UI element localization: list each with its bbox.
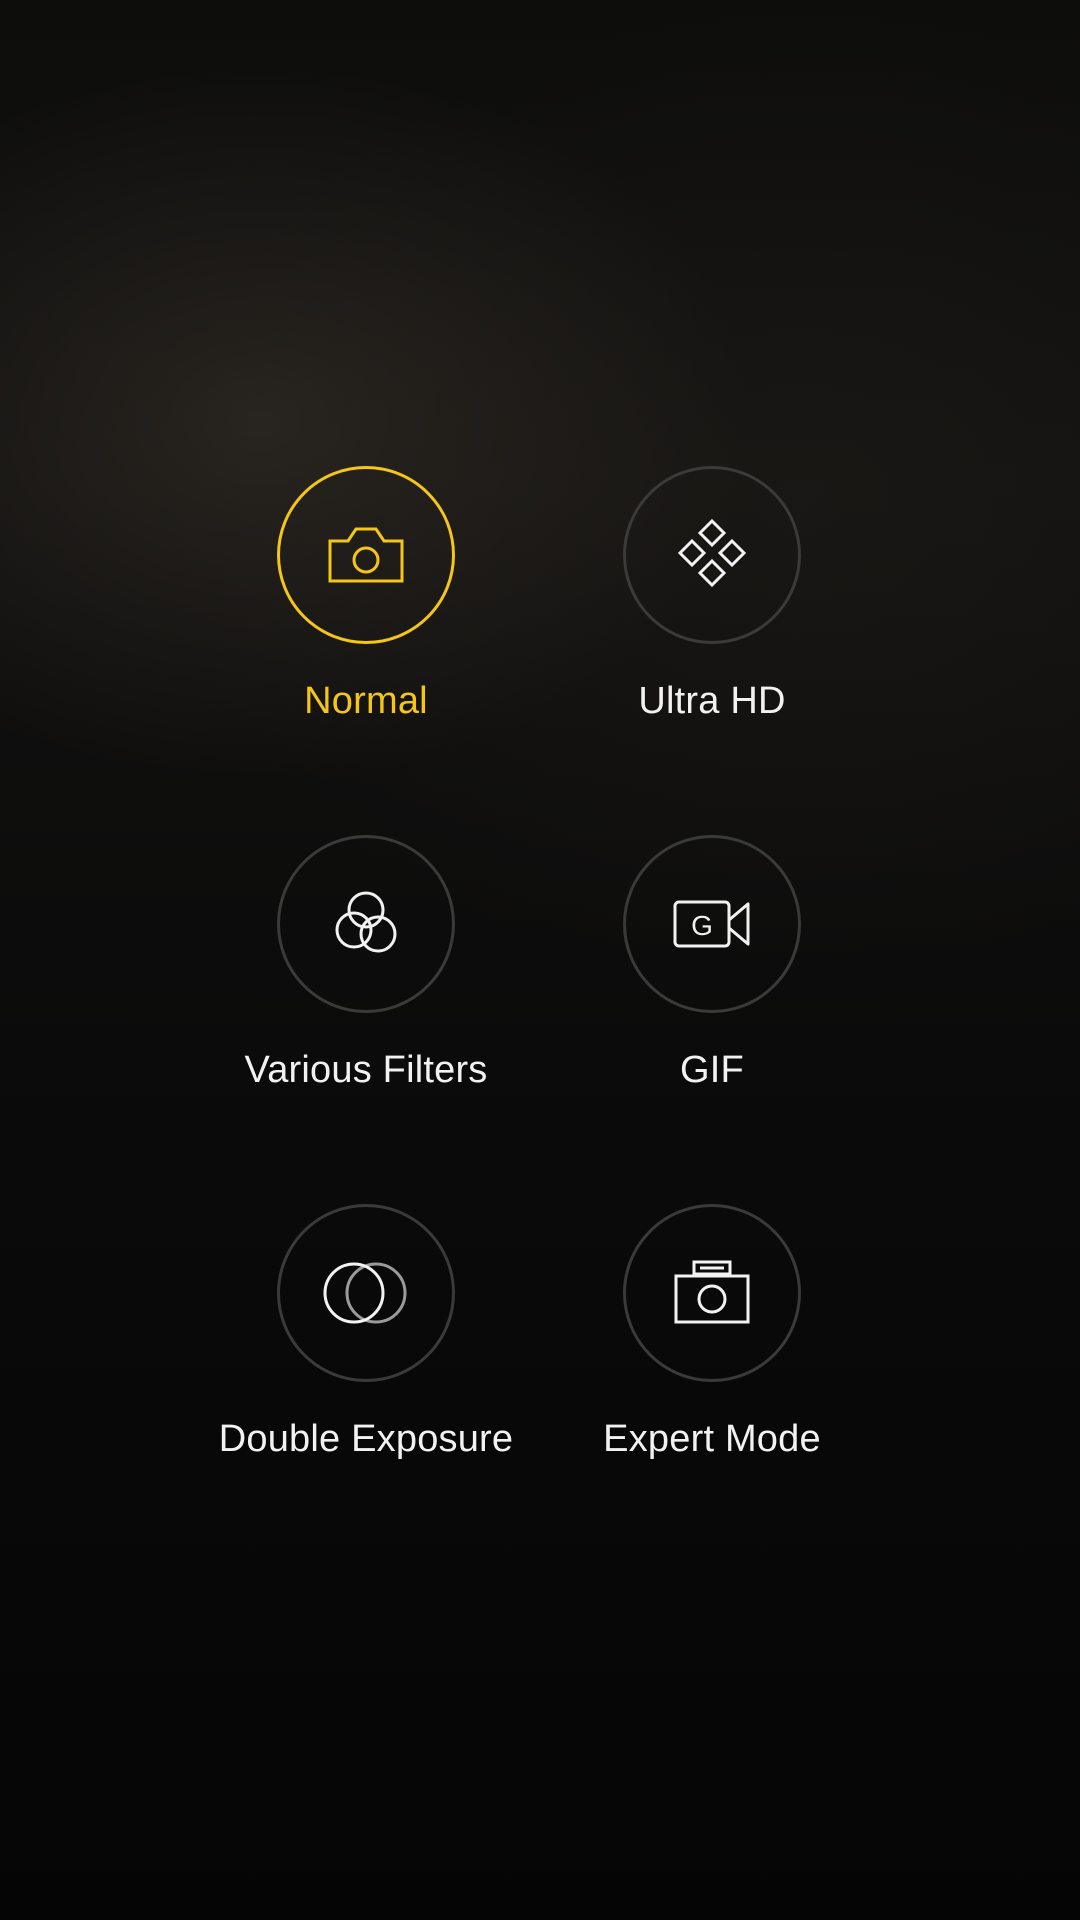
mode-ultra-hd-label: Ultra HD [638, 680, 786, 722]
mode-various-filters-ring[interactable] [277, 835, 455, 1013]
camera-mode-grid: Normal Ultra HD Various Filters G GIF Do… [0, 0, 1080, 1920]
mode-expert-ring[interactable] [623, 1204, 801, 1382]
mode-expert-button[interactable]: Expert Mode [542, 1204, 882, 1504]
mode-ultra-hd-button[interactable]: Ultra HD [542, 466, 882, 766]
mode-various-filters-button[interactable]: Various Filters [196, 835, 536, 1135]
mode-gif-ring[interactable]: G [623, 835, 801, 1013]
mode-ultra-hd-ring[interactable] [623, 466, 801, 644]
diamond-grid-icon [672, 515, 752, 595]
mode-normal-label: Normal [304, 680, 428, 722]
svg-text:G: G [691, 910, 713, 941]
mode-normal-ring[interactable] [277, 466, 455, 644]
mode-double-exposure-ring[interactable] [277, 1204, 455, 1382]
filters-circles-icon [326, 884, 406, 964]
mode-double-exposure-label: Double Exposure [218, 1418, 514, 1460]
gif-video-icon: G [672, 896, 752, 952]
mode-expert-label: Expert Mode [603, 1418, 821, 1460]
mode-normal-button[interactable]: Normal [196, 466, 536, 766]
mode-double-exposure-button[interactable]: Double Exposure [196, 1204, 536, 1504]
mode-gif-label: GIF [680, 1049, 744, 1091]
double-exposure-icon [321, 1258, 411, 1328]
mode-various-filters-label: Various Filters [244, 1049, 488, 1091]
pro-camera-icon [672, 1258, 752, 1328]
mode-gif-button[interactable]: G GIF [542, 835, 882, 1135]
camera-icon [326, 523, 406, 587]
